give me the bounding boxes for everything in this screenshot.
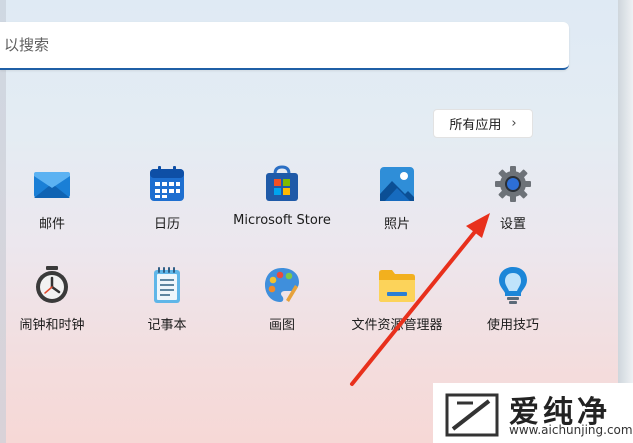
watermark-logo-icon: [445, 393, 499, 437]
window-right-edge: [618, 0, 633, 443]
start-menu-panel: 以搜索 所有应用 › 邮件 日历 Microsoft Store 照片 设置 闹…: [0, 0, 618, 443]
watermark: 爱纯净 www.aichunjing.com: [433, 383, 633, 443]
red-arrow-annotation: [350, 213, 490, 386]
watermark-url: www.aichunjing.com: [509, 423, 633, 437]
